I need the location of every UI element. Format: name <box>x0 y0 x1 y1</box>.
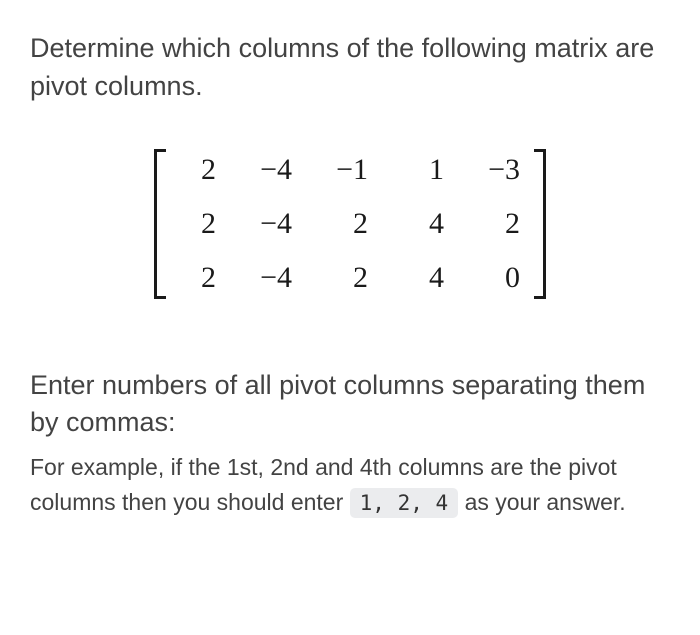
matrix-cell: 4 <box>408 207 444 241</box>
matrix-grid: 2 −4 −1 1 −3 2 −4 2 4 2 2 −4 2 4 0 <box>162 141 538 307</box>
instruction-main: Enter numbers of all pivot columns separ… <box>30 367 670 443</box>
matrix-cell: −4 <box>256 153 292 187</box>
matrix-cell: −1 <box>332 153 368 187</box>
matrix-cell: 0 <box>484 261 520 295</box>
bracket-left <box>148 149 162 299</box>
matrix-cell: 2 <box>180 153 216 187</box>
matrix: 2 −4 −1 1 −3 2 −4 2 4 2 2 −4 2 4 0 <box>148 141 552 307</box>
matrix-cell: 1 <box>408 153 444 187</box>
matrix-cell: 2 <box>332 261 368 295</box>
matrix-cell: −3 <box>484 153 520 187</box>
matrix-cell: −4 <box>256 261 292 295</box>
question-prompt: Determine which columns of the following… <box>30 30 670 106</box>
bracket-right <box>538 149 552 299</box>
matrix-cell: 4 <box>408 261 444 295</box>
example-post: as your answer. <box>465 489 626 515</box>
matrix-cell: 2 <box>484 207 520 241</box>
matrix-cell: −4 <box>256 207 292 241</box>
instruction-example: For example, if the 1st, 2nd and 4th col… <box>30 450 670 519</box>
matrix-container: 2 −4 −1 1 −3 2 −4 2 4 2 2 −4 2 4 0 <box>30 141 670 307</box>
example-code: 1, 2, 4 <box>350 488 459 518</box>
matrix-cell: 2 <box>332 207 368 241</box>
matrix-cell: 2 <box>180 261 216 295</box>
matrix-cell: 2 <box>180 207 216 241</box>
